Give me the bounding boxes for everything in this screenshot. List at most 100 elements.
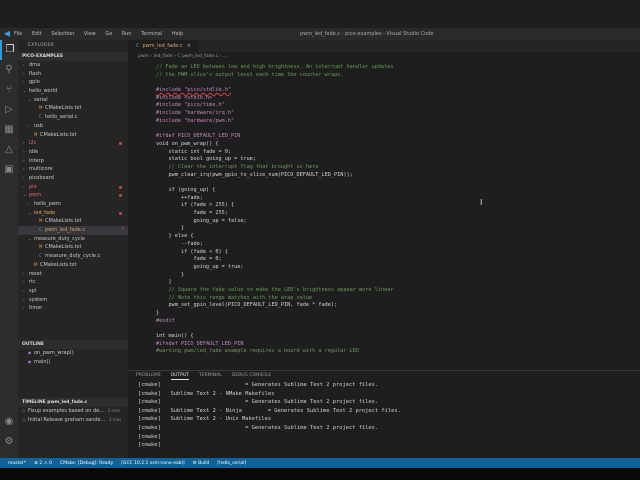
tree-item[interactable]: › idle <box>18 148 128 157</box>
breadcrumb-item[interactable]: led_fade <box>154 54 173 59</box>
close-icon[interactable]: × <box>187 43 191 49</box>
code-line[interactable]: // Square the fade value to make the LED… <box>128 287 640 295</box>
tab-debug-console[interactable]: DEBUG CONSOLE <box>232 373 271 379</box>
cmake-status[interactable]: CMake: [Debug]: Ready <box>60 461 113 466</box>
tree-item[interactable]: ⌄ measure_duty_cycle <box>18 235 128 244</box>
code-line[interactable]: // Fade an LED between low and high brig… <box>128 64 640 72</box>
tree-item[interactable]: M CMakeLists.txt <box>18 261 128 270</box>
workspace-section-header[interactable]: PICO-EXAMPLES <box>18 52 128 61</box>
tree-item[interactable]: › dma <box>18 61 128 70</box>
code-line[interactable]: } <box>128 279 640 287</box>
timeline-item[interactable]: ○ Fixup examples based on de... 2 mos <box>18 407 128 416</box>
menu-run[interactable]: Run <box>122 31 132 37</box>
code-line[interactable]: if (fade > 255) { <box>128 202 640 210</box>
breadcrumb-item[interactable]: pwm <box>138 54 149 59</box>
breadcrumb-item[interactable]: pwm_led_fade.c <box>182 54 218 59</box>
code-line[interactable]: // Note this range matches with the wrap… <box>128 295 640 303</box>
tree-item[interactable]: ⌄ hello_world <box>18 87 128 96</box>
outline-item[interactable]: ◆ main() <box>18 358 128 367</box>
remote-icon[interactable]: ▣ <box>0 160 18 180</box>
explorer-icon[interactable]: ❐ <box>0 40 18 60</box>
code-line[interactable]: int main() { <box>128 333 640 341</box>
menu-help[interactable]: Help <box>172 31 183 37</box>
code-line[interactable]: going_up = true; <box>128 264 640 272</box>
kit-status[interactable]: [GCC 10.2.1 arm-none-eabi] <box>121 461 184 466</box>
tree-item[interactable]: Cmeasure_duty_cycle.c <box>18 252 128 261</box>
code-line[interactable]: static bool going_up = true; <box>128 156 640 164</box>
account-icon[interactable]: ◉ <box>0 412 18 432</box>
cmake-icon[interactable]: △ <box>0 140 18 160</box>
code-line[interactable]: pwm_clear_irq(pwm_gpio_to_slice_num(PICO… <box>128 172 640 180</box>
code-line[interactable] <box>128 179 640 187</box>
gear-icon[interactable]: ⚙ <box>0 432 18 452</box>
timeline-header[interactable]: TIMELINE pwm_led_fade.c <box>18 398 128 407</box>
tab-terminal[interactable]: TERMINAL <box>199 373 222 379</box>
tree-item[interactable]: › gpio <box>18 78 128 87</box>
code-editor[interactable]: // Fade an LED between low and high brig… <box>128 64 640 356</box>
code-line[interactable]: // the PWM slice's output level each tim… <box>128 72 640 80</box>
breadcrumb-item[interactable]: ... <box>223 54 227 59</box>
source-control-icon[interactable]: ⑂ <box>0 80 18 100</box>
code-line[interactable]: } <box>128 310 640 318</box>
tree-item[interactable]: › multicore <box>18 165 128 174</box>
tree-item[interactable]: › i2c <box>18 139 128 148</box>
menu-go[interactable]: Go <box>105 31 112 37</box>
extensions-icon[interactable]: ▦ <box>0 120 18 140</box>
code-line[interactable]: #ifndef PICO_DEFAULT_LED_PIN <box>128 341 640 349</box>
code-line[interactable]: } <box>128 272 640 280</box>
tree-item[interactable]: › picoboard <box>18 174 128 183</box>
run-debug-icon[interactable]: ▷ <box>0 100 18 120</box>
code-line[interactable]: // Clear the interrupt flag that brought… <box>128 164 640 172</box>
code-line[interactable]: } <box>128 225 640 233</box>
code-line[interactable]: pwm_set_gpio_level(PICO_DEFAULT_LED_PIN,… <box>128 302 640 310</box>
menu-file[interactable]: File <box>14 31 22 37</box>
menu-view[interactable]: View <box>84 31 96 37</box>
code-line[interactable] <box>128 126 640 134</box>
code-line[interactable]: #include <stdio.h> <box>128 95 640 103</box>
tree-item[interactable]: Cpwm_led_fade.c 2 <box>18 226 128 235</box>
target-status[interactable]: [hello_serial] <box>217 461 246 466</box>
tree-item[interactable]: › hello_pwm <box>18 200 128 209</box>
menu-selection[interactable]: Selection <box>51 31 74 37</box>
code-line[interactable]: if (going_up) { <box>128 187 640 195</box>
outline-item[interactable]: ◆ on_pwm_wrap() <box>18 349 128 358</box>
tree-item[interactable]: ⌄ pwm <box>18 191 128 200</box>
tree-item[interactable]: › reset <box>18 270 128 279</box>
tree-item[interactable]: ⌄ led_fade <box>18 209 128 218</box>
tab-problems[interactable]: PROBLEMS <box>136 373 161 379</box>
code-line[interactable]: going_up = false; <box>128 218 640 226</box>
tree-item[interactable]: M CMakeLists.txt <box>18 104 128 113</box>
tree-item[interactable]: M CMakeLists.txt <box>18 131 128 140</box>
code-line[interactable]: fade = 0; <box>128 256 640 264</box>
tab-pwm-led-fade[interactable]: Cpwm_led_fade.c × <box>128 40 199 52</box>
code-line[interactable]: --fade; <box>128 241 640 249</box>
branch-status[interactable]: master* <box>8 461 26 466</box>
code-line[interactable]: #ifdef PICO_DEFAULT_LED_PIN <box>128 133 640 141</box>
code-line[interactable] <box>128 325 640 333</box>
build-button[interactable]: ⚙ Build <box>193 461 210 466</box>
tree-item[interactable]: › system <box>18 296 128 305</box>
code-line[interactable]: ++fade; <box>128 195 640 203</box>
search-icon[interactable]: ⚲ <box>0 60 18 80</box>
code-line[interactable]: #include "hardware/pwm.h" <box>128 118 640 126</box>
tree-item[interactable]: › pio <box>18 183 128 192</box>
tree-item[interactable]: › rtc <box>18 278 128 287</box>
code-line[interactable]: void on_pwm_wrap() { <box>128 141 640 149</box>
tree-item[interactable]: M CMakeLists.txt <box>18 243 128 252</box>
tree-item[interactable]: › spi <box>18 287 128 296</box>
menu-edit[interactable]: Edit <box>32 31 42 37</box>
code-line[interactable]: #include "pico/stdlib.h" <box>128 87 640 95</box>
tree-item[interactable]: M CMakeLists.txt <box>18 217 128 226</box>
tree-item[interactable]: Chello_serial.c <box>18 113 128 122</box>
code-line[interactable] <box>128 79 640 87</box>
tree-item[interactable]: › usb <box>18 122 128 131</box>
tab-output[interactable]: OUTPUT <box>170 373 189 380</box>
tree-item[interactable]: › flash <box>18 70 128 79</box>
code-line[interactable]: fade = 255; <box>128 210 640 218</box>
timeline-item[interactable]: ○ Initial Release graham sande... 3 mos <box>18 416 128 425</box>
code-line[interactable]: #endif <box>128 318 640 326</box>
code-line[interactable]: #warning pwm/led_fade example requires a… <box>128 348 640 356</box>
tree-item[interactable]: › interp <box>18 157 128 166</box>
problems-status[interactable]: ⊗ 2 ⚠ 0 <box>34 461 52 466</box>
tree-item[interactable]: › timer <box>18 304 128 313</box>
